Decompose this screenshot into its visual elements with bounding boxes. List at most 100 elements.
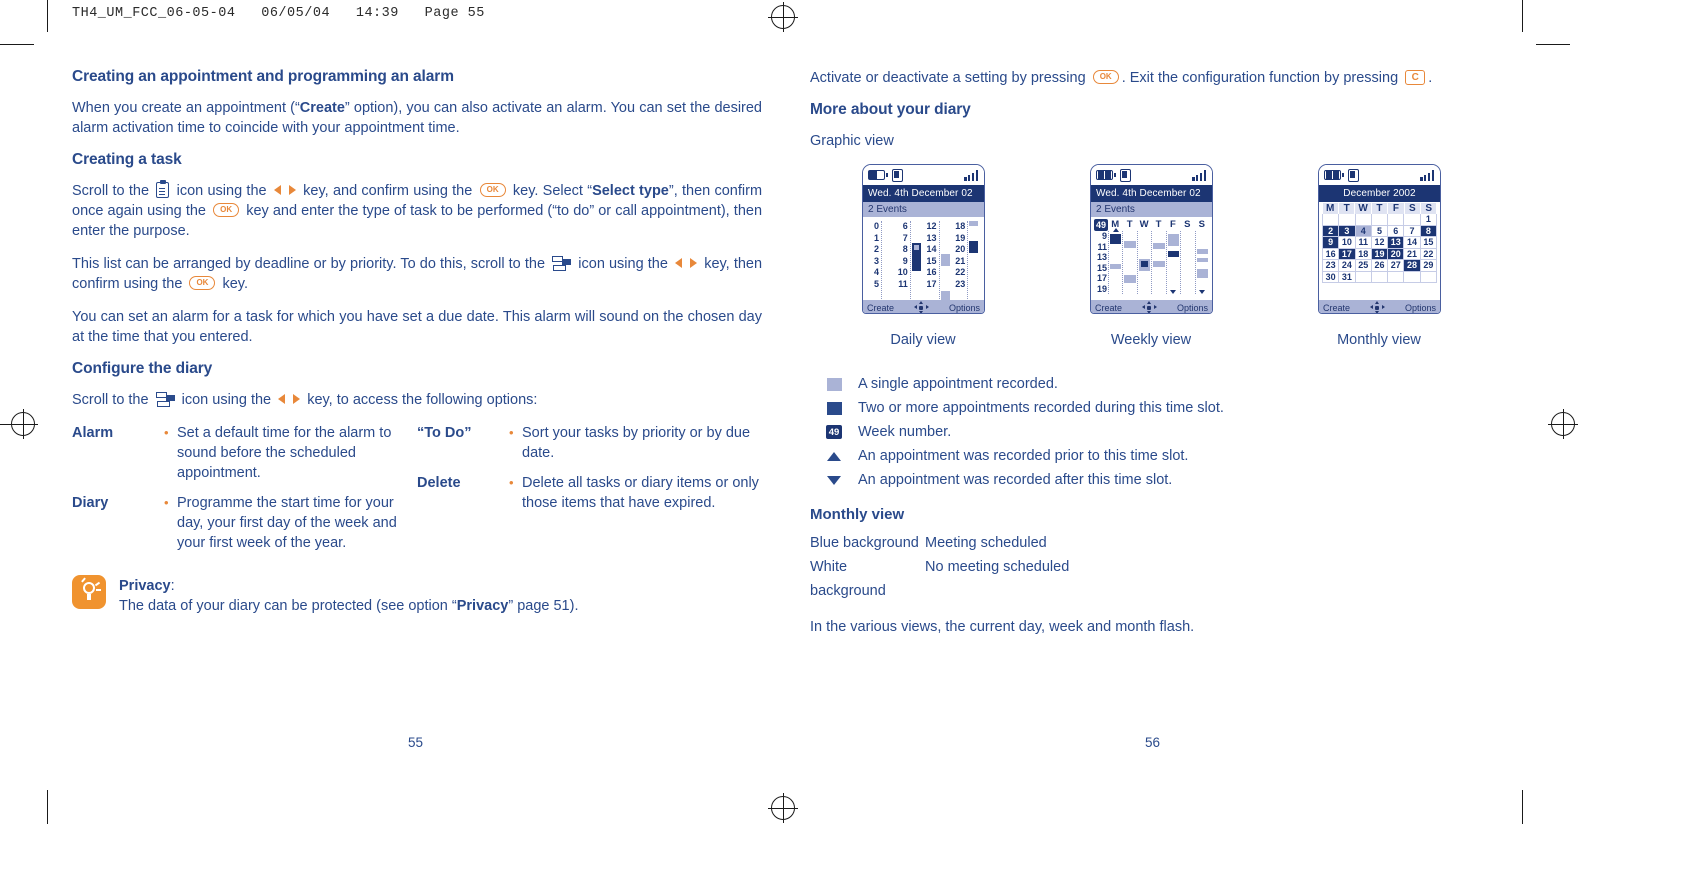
options-column-left: Alarm Set a default time for the alarm t… (72, 423, 417, 557)
calendar-day-cell[interactable]: 27 (1388, 260, 1405, 272)
navigation-pad-icon[interactable] (913, 301, 929, 313)
legend-text: An appointment was recorded after this t… (858, 472, 1173, 488)
status-bar-daily (863, 165, 984, 185)
label-graphic-view: Graphic view (810, 133, 894, 149)
navigation-pad-icon[interactable] (1369, 301, 1385, 313)
calendar-day-cell[interactable]: 23 (1322, 260, 1340, 272)
calendar-day-cell[interactable]: 31 (1339, 271, 1356, 283)
day-letter: S (1184, 219, 1191, 230)
daily-hour-labels: 12 13 14 15 16 17 (924, 221, 937, 299)
weekly-title: Wed. 4th December 02 (1091, 185, 1212, 202)
crop-mark-top-right (1522, 0, 1523, 32)
softkey-create[interactable]: Create (1323, 303, 1350, 313)
option-defs-alarm: Set a default time for the alarm to soun… (164, 423, 417, 487)
calendar-day-cell[interactable]: 28 (1404, 260, 1421, 272)
triangle-up-icon (827, 451, 841, 461)
left-right-key-icon (278, 393, 301, 405)
crop-mark-right-h (1536, 44, 1570, 45)
calendar-day-cell (1339, 214, 1356, 226)
daily-track (967, 221, 979, 299)
registration-mark-bottom (768, 793, 798, 823)
network-icon (892, 168, 903, 182)
text-frag: Scroll to the (72, 183, 150, 199)
daily-hour-labels: 18 19 20 21 22 23 (952, 221, 965, 299)
calendar-day-cell[interactable]: 18 (1355, 248, 1372, 260)
calendar-day-cell[interactable]: 8 (1420, 225, 1437, 237)
weekly-day-column (1136, 231, 1151, 294)
ok-key-icon (1092, 70, 1119, 84)
weekly-subtitle: 2 Events (1091, 202, 1212, 217)
calendar-day-cell[interactable]: 9 (1322, 237, 1340, 249)
calendar-day-cell[interactable]: 24 (1339, 260, 1356, 272)
text-frag: key. Select “ (512, 183, 593, 199)
daily-softkeys: Create Options (863, 300, 984, 313)
calendar-day-cell[interactable]: 7 (1404, 225, 1421, 237)
calendar-day-cell[interactable]: 11 (1355, 237, 1372, 249)
calendar-day-cell[interactable]: 13 (1388, 237, 1405, 249)
calendar-day-cell[interactable]: 30 (1322, 271, 1340, 283)
hour-label: 11 (898, 278, 908, 289)
calendar-day-cell[interactable]: 10 (1339, 237, 1356, 249)
softkey-create[interactable]: Create (1095, 303, 1122, 313)
text-frag: Scroll to the (72, 392, 149, 408)
hour-label: 10 (897, 267, 908, 277)
calendar-day-cell[interactable]: 21 (1404, 248, 1421, 260)
calendar-day-cell[interactable]: 26 (1371, 260, 1389, 272)
calendar-day-cell[interactable]: 3 (1339, 225, 1356, 237)
calendar-day-cell[interactable]: 16 (1322, 248, 1340, 260)
calendar-day-cell[interactable]: 17 (1339, 248, 1356, 260)
softkey-options[interactable]: Options (1177, 303, 1208, 313)
caption-daily-view: Daily view (890, 332, 956, 348)
day-letter: S (1404, 203, 1421, 214)
hour-label: 18 (955, 221, 966, 231)
calendar-day-cell[interactable]: 29 (1420, 260, 1437, 272)
option-row-delete: Delete Delete all tasks or diary items o… (417, 473, 762, 517)
hour-label: 13 (926, 232, 937, 243)
paragraph-flashing-note: In the various views, the current day, w… (810, 619, 1195, 635)
calendar-day-cell[interactable]: 19 (1371, 248, 1389, 260)
softkey-options[interactable]: Options (1405, 303, 1436, 313)
calendar-day-cell[interactable]: 20 (1388, 248, 1405, 260)
calendar-day-cell[interactable]: 22 (1420, 248, 1437, 260)
legend-symbol (810, 401, 858, 415)
calendar-day-cell[interactable]: 6 (1388, 225, 1405, 237)
calendar-day-cell-today[interactable]: 4 (1355, 225, 1372, 237)
daily-hour-grid: 0 1 2 3 4 5 6 7 8 9 10 11 12 13 14 15 16… (863, 217, 984, 300)
monthly-calendar-grid: 1 2 3 4 5 6 7 8 9 10 11 12 13 14 15 16 1… (1319, 214, 1440, 283)
bold-create: Create (299, 100, 345, 116)
monthly-key-value: Meeting scheduled (925, 535, 1047, 551)
crop-mark-bottom-right (1522, 790, 1523, 824)
appointment-block (1153, 261, 1165, 267)
option-defs-todo: Sort your tasks by priority or by due da… (509, 423, 762, 467)
softkey-options[interactable]: Options (949, 303, 980, 313)
text-frag: The data of your diary can be protected … (119, 598, 457, 614)
hour-label: 9 (1101, 231, 1107, 241)
hour-label: 6 (902, 221, 908, 231)
heading-more-about-diary: More about your diary (810, 101, 971, 118)
status-bar-monthly (1319, 165, 1440, 185)
softkey-create[interactable]: Create (867, 303, 894, 313)
weekly-hour-labels: 9 11 13 15 17 19 (1094, 231, 1108, 294)
text-frag: . (1428, 70, 1433, 86)
option-term-alarm: Alarm (72, 425, 114, 441)
appointment-block (1124, 275, 1136, 283)
calendar-day-cell[interactable]: 2 (1322, 225, 1340, 237)
weekly-day-column (1194, 231, 1209, 294)
privacy-note-title-line: Privacy: (119, 576, 578, 596)
weekly-day-columns (1108, 228, 1209, 294)
legend-text: An appointment was recorded prior to thi… (858, 448, 1189, 464)
calendar-day-cell[interactable]: 14 (1404, 237, 1421, 249)
calendar-day-cell[interactable]: 15 (1420, 237, 1437, 249)
left-right-key-icon (273, 184, 296, 196)
weekly-day-column (1180, 231, 1194, 294)
calendar-week-row: 30 31 (1322, 271, 1437, 283)
calendar-day-cell[interactable]: 5 (1371, 225, 1389, 237)
calendar-day-cell[interactable]: 1 (1420, 214, 1437, 226)
calendar-day-cell[interactable]: 25 (1355, 260, 1372, 272)
appointment-block (1110, 264, 1122, 269)
text-frag: icon using the (578, 256, 668, 272)
navigation-pad-icon[interactable] (1141, 301, 1157, 313)
hour-label: 13 (1096, 252, 1107, 263)
hour-label: 0 (873, 221, 879, 231)
calendar-day-cell[interactable]: 12 (1371, 237, 1389, 249)
